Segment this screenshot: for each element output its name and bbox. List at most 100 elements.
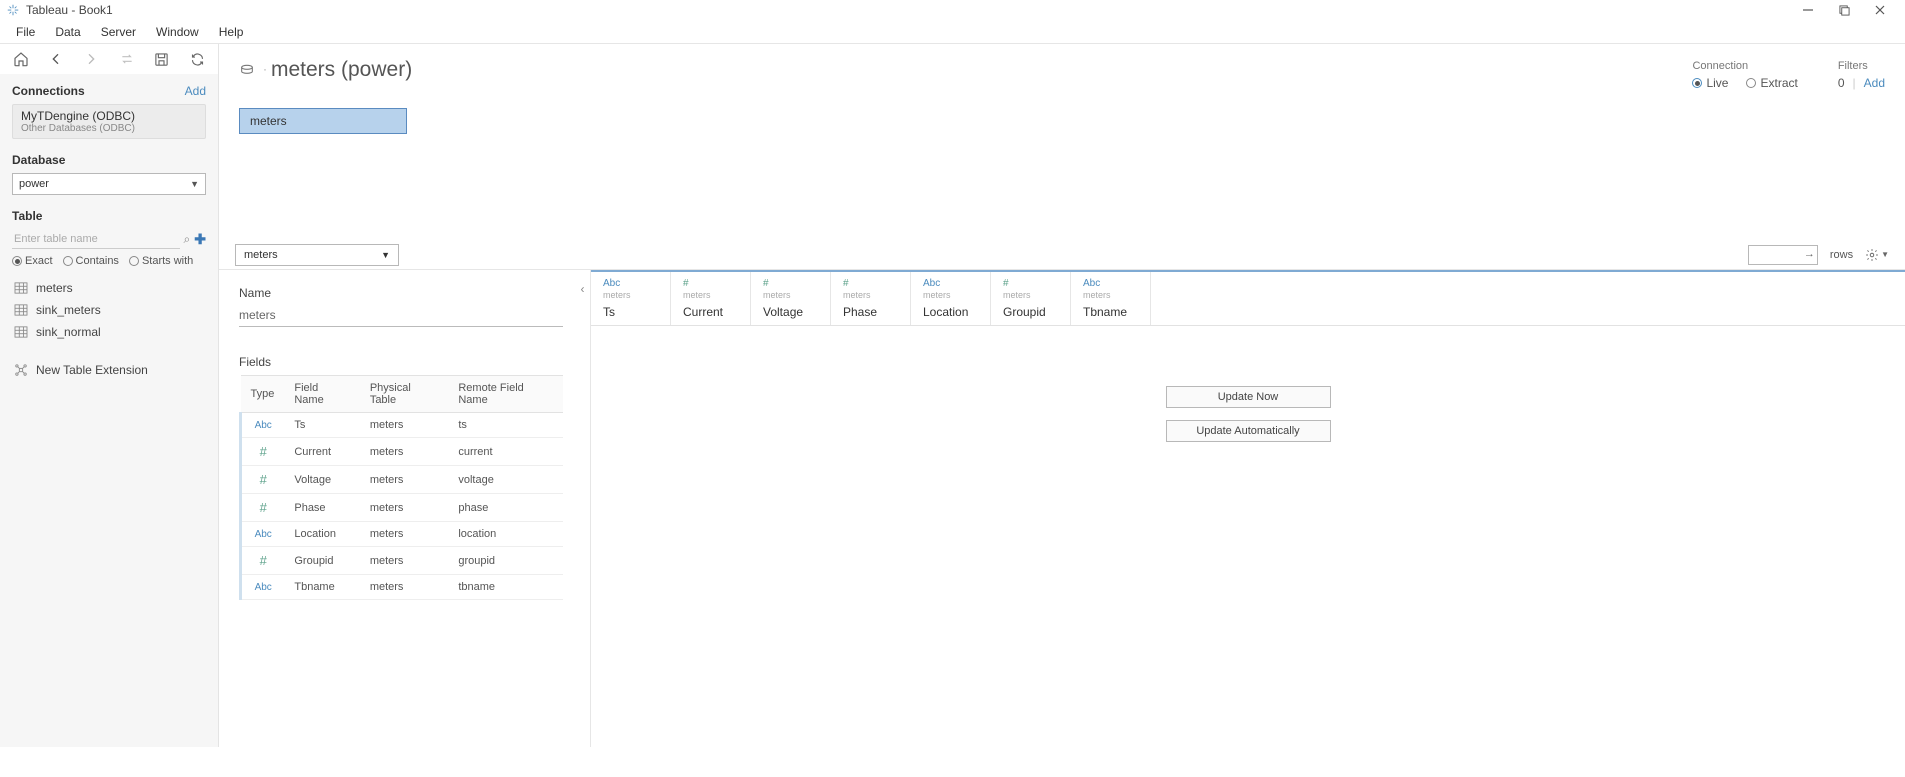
col-source: meters [763,290,820,300]
menu-file[interactable]: File [6,23,45,41]
col-field[interactable]: Field Name [284,376,359,413]
update-now-button[interactable]: Update Now [1166,386,1331,408]
field-row[interactable]: #Voltagemetersvoltage [241,466,564,494]
physical-table: meters [360,494,449,522]
col-name: Tbname [1083,305,1127,319]
field-name: Phase [284,494,359,522]
connection-name: MyTDengine (ODBC) [21,109,197,123]
field-row[interactable]: #Phasemetersphase [241,494,564,522]
field-row[interactable]: AbcTsmetersts [241,413,564,438]
grid-wrap: AbcmetersTs#metersCurrent#metersVoltage#… [591,270,1905,747]
back-icon[interactable] [47,49,64,69]
col-name: Current [683,305,723,319]
table-item[interactable]: sink_normal [12,321,206,343]
grid-column-header[interactable]: #metersVoltage [751,272,831,325]
match-exact[interactable]: Exact [12,255,53,267]
gear-icon [1865,248,1879,262]
home-icon[interactable] [12,49,29,69]
table-item-label: meters [36,281,73,295]
grid-column-header[interactable]: Abcmeters Tbname [1071,272,1151,325]
refresh-icon[interactable] [189,49,206,69]
add-connection-link[interactable]: Add [185,84,206,98]
connection-extract[interactable]: Extract [1746,76,1797,90]
physical-table: meters [360,575,449,600]
sheet-select-value: meters [244,249,278,261]
type-icon: Abc [255,582,272,593]
menu-window[interactable]: Window [146,23,209,41]
field-row[interactable]: AbcLocationmeterslocation [241,522,564,547]
search-icon[interactable]: ⌕ [184,232,191,247]
grid-column-header[interactable]: AbcmetersTs [591,272,671,325]
physical-table: meters [360,413,449,438]
settings-button[interactable]: ▼ [1865,248,1889,262]
field-name: Voltage [284,466,359,494]
menu-server[interactable]: Server [91,23,146,41]
type-icon: # [1003,278,1060,289]
remote-field: voltage [448,466,563,494]
match-contains[interactable]: Contains [63,255,119,267]
database-label: Database [12,153,65,167]
window-title: Tableau - Book1 [26,3,1799,17]
type-icon: # [843,278,900,289]
detail-name-value[interactable]: meters [239,304,563,327]
table-pill-label: meters [250,114,287,128]
canvas-header: · meters (power) Connection Live Extract… [219,44,1905,90]
col-source: meters [1083,290,1140,300]
col-remote[interactable]: Remote Field Name [448,376,563,413]
grid-column-header[interactable]: #metersCurrent [671,272,751,325]
fields-label: Fields [239,355,563,369]
collapse-handle[interactable]: ‹ [575,270,591,747]
table-search-input[interactable] [12,229,180,249]
sheet-select[interactable]: meters ▼ [235,244,399,266]
table-pill[interactable]: meters [239,108,407,134]
remote-field: current [448,438,563,466]
window-buttons [1799,1,1899,19]
remote-field: ts [448,413,563,438]
type-icon: Abc [603,278,660,289]
maximize-button[interactable] [1835,1,1853,19]
field-name: Tbname [284,575,359,600]
rows-label: rows [1830,249,1853,261]
grid-column-header[interactable]: #metersPhase [831,272,911,325]
remote-field: groupid [448,547,563,575]
menu-help[interactable]: Help [209,23,254,41]
type-icon: Abc [923,278,980,289]
field-name: Location [284,522,359,547]
table-item[interactable]: meters [12,277,206,299]
type-icon: Abc [1083,278,1140,289]
data-area: Name meters Fields Type Field Name Physi… [219,270,1905,747]
save-icon[interactable] [153,49,170,69]
connection-filter-panel: Connection Live Extract Filters 0 | Add [1692,60,1885,90]
connections-section: Connections Add MyTDengine (ODBC) Other … [0,74,218,143]
new-table-extension[interactable]: New Table Extension [12,357,206,383]
datasource-title[interactable]: meters (power) [271,58,412,82]
minimize-button[interactable] [1799,1,1817,19]
field-row[interactable]: #Groupidmetersgroupid [241,547,564,575]
close-button[interactable] [1871,1,1889,19]
physical-table: meters [360,438,449,466]
remote-field: phase [448,494,563,522]
update-auto-button[interactable]: Update Automatically [1166,420,1331,442]
rows-input[interactable] [1748,245,1818,265]
grid-column-header[interactable]: AbcmetersLocation [911,272,991,325]
mid-bar: meters ▼ rows ▼ [219,240,1905,270]
table-item[interactable]: sink_meters [12,299,206,321]
forward-icon[interactable] [83,49,100,69]
filters-add-link[interactable]: Add [1864,76,1885,90]
field-row[interactable]: AbcTbnamemeterstbname [241,575,564,600]
add-table-icon[interactable]: ✚ [194,231,206,248]
grid-column-header[interactable]: #metersGroupid [991,272,1071,325]
col-type[interactable]: Type [241,376,285,413]
col-name: Ts [603,305,615,319]
connection-item[interactable]: MyTDengine (ODBC) Other Databases (ODBC) [12,104,206,139]
canvas-body[interactable]: meters [219,90,1905,240]
database-select[interactable]: power ▼ [12,173,206,195]
field-row[interactable]: #Currentmeterscurrent [241,438,564,466]
col-phys[interactable]: Physical Table [360,376,449,413]
swap-icon[interactable] [118,49,135,69]
table-list: meters sink_meters sink_normal New Table… [12,277,206,383]
connection-live[interactable]: Live [1692,76,1728,90]
match-mode-row: Exact Contains Starts with [12,255,206,267]
match-startswith[interactable]: Starts with [129,255,193,267]
menu-data[interactable]: Data [45,23,90,41]
